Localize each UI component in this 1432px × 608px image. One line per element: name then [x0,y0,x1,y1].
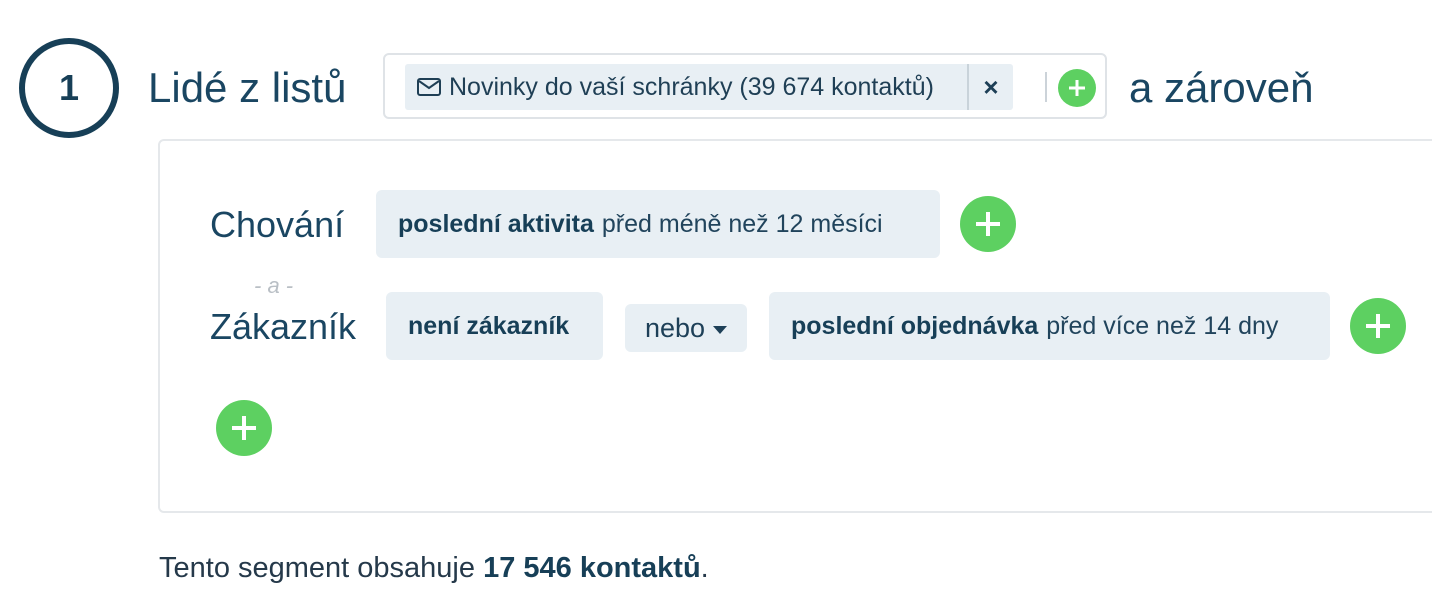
condition-name: poslední aktivita [398,209,594,238]
plus-icon [1366,314,1390,338]
add-behavior-condition-button[interactable] [960,196,1016,252]
condition-name: není zákazník [408,311,570,340]
add-list-button[interactable] [1058,69,1096,107]
selector-divider [1045,72,1047,102]
remove-list-button[interactable]: × [969,64,1013,110]
step-number: 1 [58,67,80,108]
contact-count: 17 546 kontaktů [483,552,701,584]
summary-prefix: Tento segment obsahuje [159,552,484,584]
last-order-condition[interactable]: poslední objednávka před více než 14 dny [769,292,1330,360]
customer-label: Zákazník [210,306,357,347]
plus-icon [976,212,1000,236]
segment-summary: Tento segment obsahuje 17 546 kontaktů. [159,552,709,585]
step-number-badge: 1 [19,38,119,138]
segment-editor: 1 Lidé z listů Novinky do vaší schránky … [0,0,1432,608]
envelope-icon [415,73,443,101]
list-chip: Novinky do vaší schránky (39 674 kontakt… [405,64,1013,110]
summary-suffix: . [700,552,709,584]
list-chip-label: Novinky do vaší schránky (39 674 kontakt… [449,72,934,101]
plus-icon [1069,80,1085,96]
caret-down-icon [713,326,728,334]
add-customer-condition-button[interactable] [1350,298,1406,354]
list-selector[interactable]: Novinky do vaší schránky (39 674 kontakt… [383,53,1107,119]
condition-value: před méně než 12 měsíci [601,209,883,238]
or-operator-select[interactable]: nebo [625,304,747,352]
last-activity-condition[interactable]: poslední aktivita před méně než 12 měsíc… [376,190,940,258]
lists-label: Lidé z listů [148,64,347,111]
plus-icon [232,416,256,440]
and-separator: - a - [254,273,294,298]
condition-value: před více než 14 dny [1046,311,1279,340]
condition-name: poslední objednávka [791,311,1039,340]
and-label: a zároveň [1129,64,1314,111]
behavior-label: Chování [210,204,345,245]
not-customer-condition[interactable]: není zákazník [386,292,603,360]
add-condition-group-button[interactable] [216,400,272,456]
operator-label: nebo [644,312,706,343]
